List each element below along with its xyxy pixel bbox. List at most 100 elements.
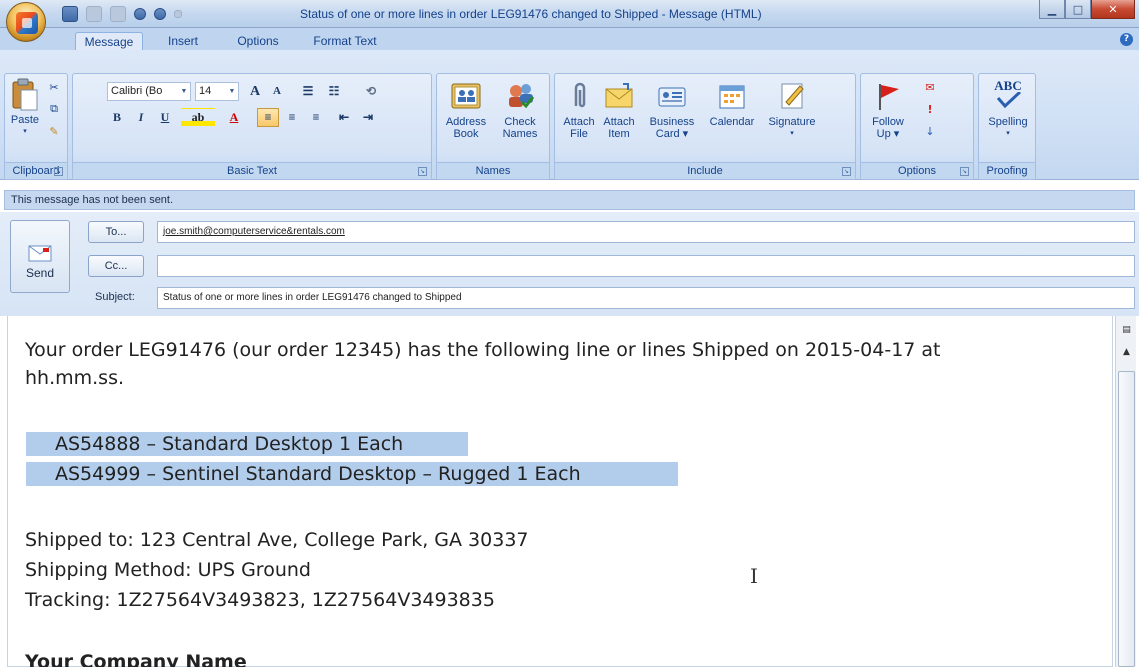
subject-label: Subject:	[95, 291, 135, 303]
shrink-font-icon[interactable]: A	[267, 82, 287, 101]
subject-field[interactable]: Status of one or more lines in order LEG…	[157, 287, 1135, 309]
bullets-icon[interactable]: ☰	[297, 82, 319, 101]
bold-icon[interactable]: B	[107, 108, 127, 127]
business-card-button[interactable]: Business Card ▾	[643, 80, 701, 140]
highlight-icon[interactable]: ab	[181, 108, 215, 127]
cc-button[interactable]: Cc...	[88, 255, 144, 277]
chevron-down-icon: ▼	[228, 88, 236, 95]
cut-icon[interactable]: ✂	[45, 78, 63, 96]
clipboard-launcher-icon[interactable]: ↘	[54, 167, 63, 176]
tab-message[interactable]: Message	[75, 32, 143, 50]
check-names-icon	[504, 80, 536, 112]
basic-text-group: Calibri (Bo ▼ 14 ▼ A A ☰ ☷ ⟲ B I U ab A ≡ …	[72, 73, 432, 180]
cc-field[interactable]	[157, 255, 1135, 277]
scroll-up-icon[interactable]: ▲	[1118, 344, 1135, 361]
close-button[interactable]: ✕	[1091, 0, 1135, 19]
italic-icon[interactable]: I	[131, 108, 151, 127]
follow-up-button[interactable]: Follow Up ▾	[865, 80, 911, 140]
grow-font-icon[interactable]: A	[245, 82, 265, 101]
basic-text-group-label: Basic Text	[73, 162, 431, 179]
send-envelope-icon	[28, 245, 52, 262]
proofing-group-label: Proofing	[979, 162, 1035, 179]
title-bar: Status of one or more lines in order LEG…	[0, 0, 1139, 42]
include-group: Attach File Attach Item Business Card ▾ …	[554, 73, 856, 180]
attach-file-button[interactable]: Attach File	[561, 80, 597, 140]
categorize-icon[interactable]: ✉	[921, 78, 939, 96]
align-right-icon[interactable]: ≡	[305, 108, 327, 127]
copy-icon[interactable]: ⧉	[45, 100, 63, 118]
paste-button[interactable]: Paste ▾	[9, 78, 41, 138]
ruler-toggle-icon[interactable]: ▤	[1118, 322, 1135, 339]
calendar-button[interactable]: Calendar	[703, 80, 761, 128]
align-center-icon[interactable]: ≡	[281, 108, 303, 127]
options-launcher-icon[interactable]: ↘	[960, 167, 969, 176]
proofing-group: ABC Spelling ▾ Proofing	[978, 73, 1036, 180]
order-line-1: AS54888 – Standard Desktop 1 Each	[26, 432, 468, 456]
maximize-button[interactable]: □	[1065, 0, 1091, 19]
signature-button[interactable]: Signature ▾	[763, 80, 821, 140]
shipping-method: Shipping Method: UPS Ground	[25, 559, 311, 581]
to-field[interactable]: joe.smith@computerservice&rentals.com	[157, 221, 1135, 243]
window-controls: ▁ □ ✕	[1039, 0, 1135, 19]
basic-text-launcher-icon[interactable]: ↘	[418, 167, 427, 176]
next-item-icon[interactable]	[154, 8, 166, 20]
previous-item-icon[interactable]	[134, 8, 146, 20]
attach-item-button[interactable]: Attach Item	[599, 80, 639, 140]
options-group: Follow Up ▾ ✉ ! ↓ Options ↘	[860, 73, 974, 180]
paste-icon	[9, 78, 41, 111]
info-bar: This message has not been sent.	[4, 190, 1135, 210]
underline-icon[interactable]: U	[155, 108, 175, 127]
format-painter-icon[interactable]: ✎	[45, 122, 63, 140]
text-cursor-icon: I	[750, 564, 758, 588]
tab-format-text[interactable]: Format Text	[305, 32, 385, 50]
customize-qat-icon[interactable]	[174, 10, 182, 18]
numbering-icon[interactable]: ☷	[323, 82, 345, 101]
flag-icon	[872, 80, 904, 112]
font-size-combo[interactable]: 14 ▼	[195, 82, 239, 101]
increase-indent-icon[interactable]: ⇥	[357, 108, 379, 127]
spelling-check-icon: ABC	[992, 79, 1024, 112]
paperclip-icon	[563, 80, 595, 112]
include-group-label: Include	[555, 162, 855, 179]
to-button[interactable]: To...	[88, 221, 144, 243]
redo-icon[interactable]	[110, 6, 126, 22]
undo-icon[interactable]	[86, 6, 102, 22]
calendar-icon	[716, 80, 748, 112]
save-icon[interactable]	[62, 6, 78, 22]
office-button[interactable]	[6, 2, 46, 42]
order-line-2: AS54999 – Sentinel Standard Desktop – Ru…	[26, 462, 678, 486]
window-title: Status of one or more lines in order LEG…	[300, 7, 762, 21]
check-names-button[interactable]: Check Names	[495, 80, 545, 140]
names-group-label: Names	[437, 162, 549, 179]
help-icon[interactable]: ?	[1120, 33, 1133, 46]
decrease-indent-icon[interactable]: ⇤	[333, 108, 355, 127]
spelling-button[interactable]: ABC Spelling ▾	[982, 79, 1034, 140]
font-color-icon[interactable]: A	[219, 108, 249, 127]
clear-formatting-icon[interactable]: ⟲	[361, 82, 381, 101]
low-importance-icon[interactable]: ↓	[921, 122, 939, 140]
minimize-button[interactable]: ▁	[1039, 0, 1065, 19]
scrollbar-thumb[interactable]	[1118, 371, 1135, 667]
send-button[interactable]: Send	[10, 220, 70, 293]
business-card-icon	[656, 80, 688, 112]
quick-access-toolbar	[52, 5, 182, 23]
clipboard-group: Paste ▾ ✂ ⧉ ✎ Clipboard ↘	[4, 73, 68, 180]
ribbon-tabs: Message Insert Options Format Text ?	[0, 28, 1139, 50]
tracking-numbers: Tracking: 1Z27564V3493823, 1Z27564V34938…	[25, 589, 495, 611]
address-book-button[interactable]: Address Book	[441, 80, 491, 140]
tab-options[interactable]: Options	[228, 32, 288, 50]
envelope-icon	[603, 80, 635, 112]
high-importance-icon[interactable]: !	[921, 100, 939, 118]
align-left-icon[interactable]: ≡	[257, 108, 279, 127]
include-launcher-icon[interactable]: ↘	[842, 167, 851, 176]
address-book-icon	[450, 80, 482, 112]
company-name: Your Company Name	[25, 651, 247, 667]
chevron-down-icon: ▼	[180, 88, 188, 95]
body-intro-line-1: Your order LEG91476 (our order 12345) ha…	[25, 339, 941, 361]
vertical-scrollbar[interactable]: ▤ ▲	[1115, 316, 1136, 667]
tab-insert[interactable]: Insert	[158, 32, 208, 50]
shipped-to: Shipped to: 123 Central Ave, College Par…	[25, 529, 529, 551]
body-intro-line-2: hh.mm.ss.	[25, 367, 125, 389]
font-name-combo[interactable]: Calibri (Bo ▼	[107, 82, 191, 101]
message-body[interactable]: Your order LEG91476 (our order 12345) ha…	[7, 316, 1113, 667]
